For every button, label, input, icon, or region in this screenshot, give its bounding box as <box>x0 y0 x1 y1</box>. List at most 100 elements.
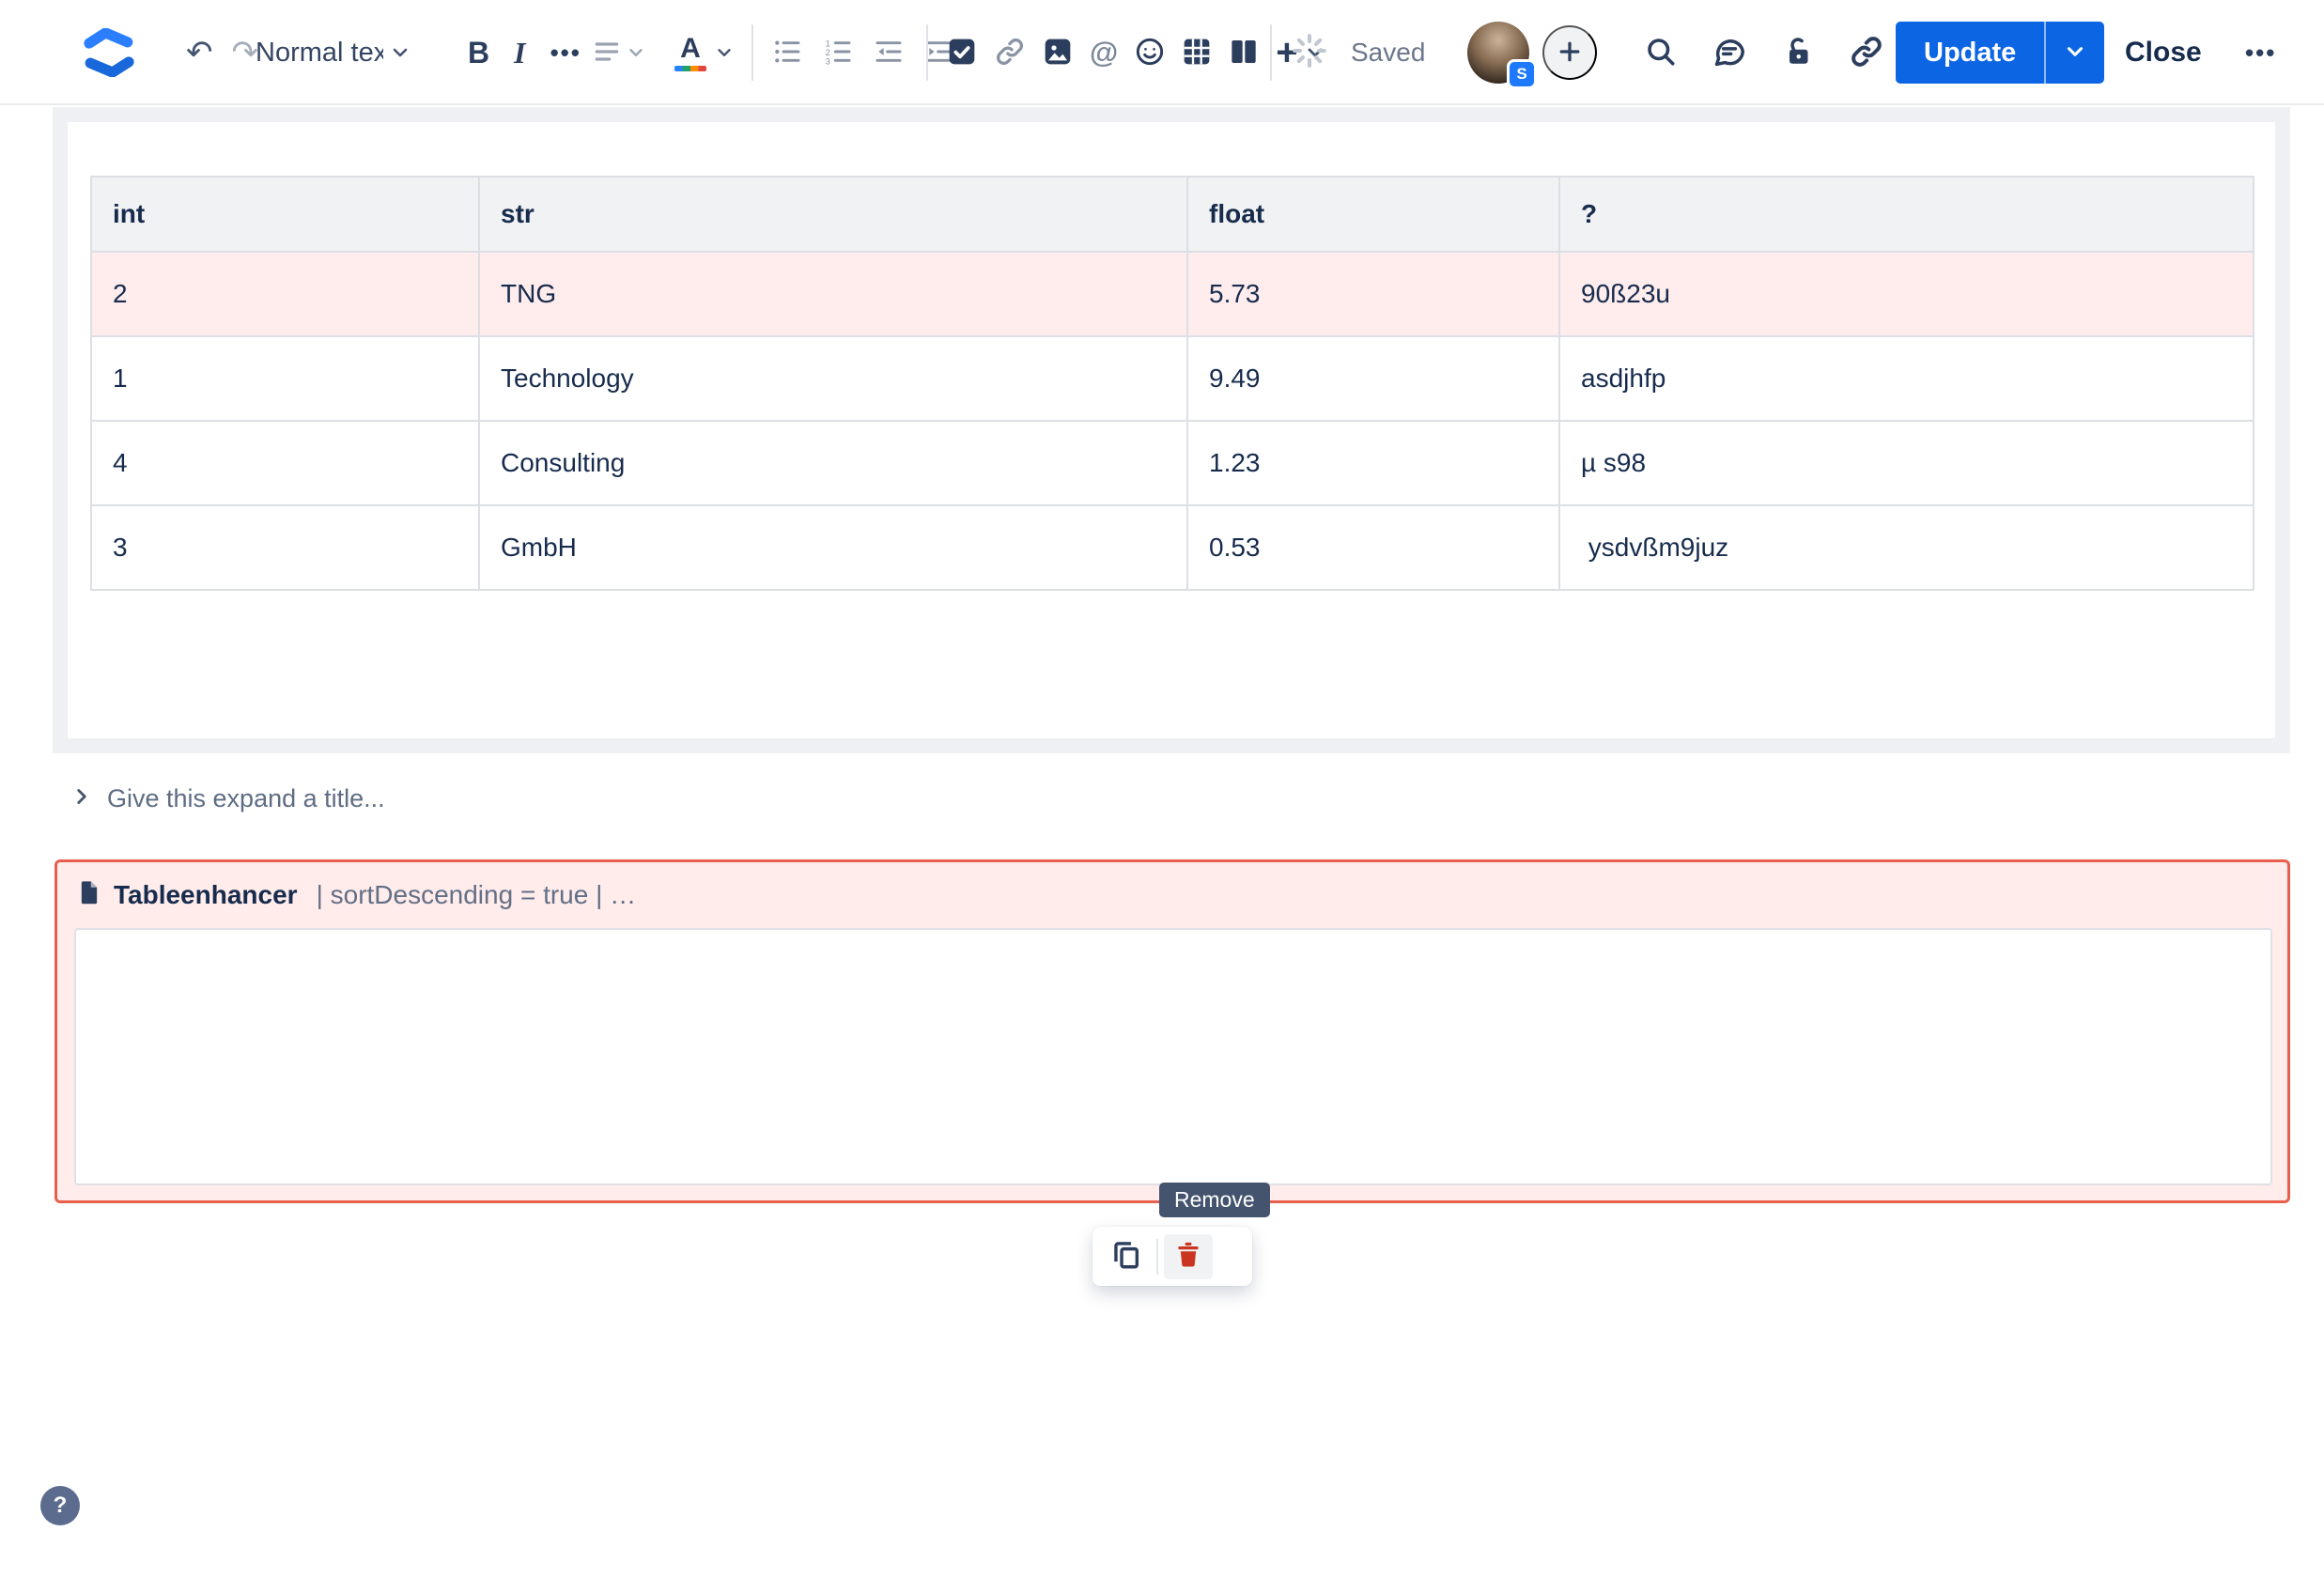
bold-icon: B <box>468 36 489 70</box>
chevron-right-icon[interactable] <box>70 784 94 813</box>
spinner-icon <box>1291 32 1328 74</box>
toolbar-divider <box>926 24 928 81</box>
table-row: 2 TNG 5.73 90ß23u <box>91 252 2254 336</box>
mention-button[interactable]: @ <box>1084 30 1123 75</box>
text-color-dropdown[interactable]: A <box>669 29 740 77</box>
table-cell[interactable]: 5.73 <box>1187 252 1559 336</box>
outdent-icon <box>874 37 904 70</box>
close-button[interactable]: Close <box>2125 37 2202 69</box>
alignment-dropdown[interactable] <box>586 31 652 75</box>
text-color-icon: A <box>674 35 706 71</box>
copy-link-button[interactable] <box>1843 28 1890 78</box>
table-cell[interactable]: 2 <box>91 252 479 336</box>
table-icon <box>1182 37 1212 70</box>
table-cell[interactable]: Technology <box>479 336 1187 421</box>
chevron-down-icon <box>2063 39 2087 67</box>
table-cell[interactable]: 9.49 <box>1187 336 1559 421</box>
layout-button[interactable] <box>1223 31 1264 75</box>
italic-button[interactable]: I <box>508 30 531 76</box>
invite-plus-icon <box>1556 38 1584 69</box>
undo-button[interactable]: ↶ <box>180 31 219 74</box>
expand-title-placeholder[interactable]: Give this expand a title... <box>107 784 385 813</box>
table-cell[interactable]: 0.53 <box>1187 505 1559 590</box>
table-cell[interactable]: 1 <box>91 336 479 421</box>
macro-body[interactable] <box>74 928 2272 1185</box>
macro-title: Tableenhancer <box>114 880 298 910</box>
macro-floating-toolbar <box>1092 1227 1252 1286</box>
status-badge: S <box>1507 59 1537 89</box>
remove-button[interactable] <box>1164 1234 1213 1279</box>
search-icon <box>1644 35 1678 71</box>
table-cell[interactable]: 1.23 <box>1187 421 1559 505</box>
more-actions-icon: ••• <box>2245 39 2276 68</box>
table-cell[interactable]: Consulting <box>479 421 1187 505</box>
comment-icon <box>1712 34 1747 72</box>
more-actions-button[interactable]: ••• <box>2239 33 2282 73</box>
document-icon <box>76 879 102 910</box>
avatar[interactable]: S <box>1467 22 1529 84</box>
copy-button[interactable] <box>1102 1234 1151 1279</box>
text-style-label: Normal text <box>256 38 383 69</box>
table-cell[interactable]: TNG <box>479 252 1187 336</box>
chevron-down-icon <box>626 42 646 63</box>
table-cell[interactable]: 3 <box>91 505 479 590</box>
bold-button[interactable]: B <box>462 30 495 76</box>
column-header[interactable]: str <box>479 177 1187 252</box>
align-icon <box>592 37 622 70</box>
chevron-down-icon <box>714 42 735 63</box>
update-dropdown-button[interactable] <box>2044 22 2104 84</box>
svg-text:3: 3 <box>826 56 830 66</box>
comments-button[interactable] <box>1706 28 1753 78</box>
tableenhancer-macro[interactable]: Tableenhancer | sortDescending = true | … <box>54 859 2290 1203</box>
table-row: 4 Consulting 1.23 µ s98 <box>91 421 2254 505</box>
copy-link-icon <box>1849 34 1884 72</box>
macro-header: Tableenhancer | sortDescending = true | … <box>76 879 636 910</box>
invite-button[interactable] <box>1542 25 1597 80</box>
column-header[interactable]: float <box>1187 177 1559 252</box>
task-checkbox-icon <box>947 37 977 70</box>
image-icon <box>1043 37 1073 70</box>
expand-macro[interactable]: Give this expand a title... <box>70 778 385 819</box>
text-style-dropdown[interactable]: Normal text <box>250 32 417 74</box>
toolbar-divider <box>1270 24 1272 81</box>
italic-icon: I <box>514 36 525 70</box>
table-row: 3 GmbH 0.53 ysdvßm9juz <box>91 505 2254 590</box>
editor-toolbar: ↶ ↷ Normal text B I ••• <box>0 0 2324 105</box>
more-formatting-button[interactable]: ••• <box>545 33 587 73</box>
column-header[interactable]: int <box>91 177 479 252</box>
confluence-logo <box>83 0 135 105</box>
undo-icon: ↶ <box>186 37 213 69</box>
column-header[interactable]: ? <box>1559 177 2254 252</box>
more-formatting-icon: ••• <box>550 39 581 68</box>
table-header-row: int str float ? <box>91 177 2254 252</box>
bullet-list-icon <box>772 37 802 70</box>
insert-image-button[interactable] <box>1037 31 1078 75</box>
help-button[interactable]: ? <box>40 1486 80 1525</box>
unlock-icon <box>1781 35 1815 71</box>
outdent-button[interactable] <box>868 31 909 75</box>
numbered-list-icon: 123 <box>823 37 853 70</box>
table-cell[interactable]: 90ß23u <box>1559 252 2254 336</box>
macro-params: | sortDescending = true | … <box>317 880 637 910</box>
table-cell[interactable]: ysdvßm9juz <box>1559 505 2254 590</box>
table-cell[interactable]: GmbH <box>479 505 1187 590</box>
table-cell[interactable]: µ s98 <box>1559 421 2254 505</box>
numbered-list-button[interactable]: 123 <box>817 31 859 75</box>
copy-icon <box>1110 1239 1142 1274</box>
layout-columns-icon <box>1229 37 1259 70</box>
bullet-list-button[interactable] <box>767 31 808 75</box>
update-button[interactable]: Update <box>1896 22 2044 84</box>
table-row: 1 Technology 9.49 asdjhfp <box>91 336 2254 421</box>
toolbar-divider <box>751 24 753 81</box>
permissions-button[interactable] <box>1775 29 1820 77</box>
emoji-button[interactable] <box>1129 31 1170 75</box>
task-list-button[interactable] <box>941 31 983 75</box>
toolbar-divider <box>1156 1239 1158 1275</box>
table-cell[interactable]: 4 <box>91 421 479 505</box>
insert-link-button[interactable] <box>988 30 1031 76</box>
insert-table-button[interactable] <box>1176 31 1217 75</box>
remove-tooltip: Remove <box>1159 1183 1270 1217</box>
search-button[interactable] <box>1638 29 1683 77</box>
table-cell[interactable]: asdjhfp <box>1559 336 2254 421</box>
editor-screen: ↶ ↷ Normal text B I ••• <box>0 0 2324 1578</box>
